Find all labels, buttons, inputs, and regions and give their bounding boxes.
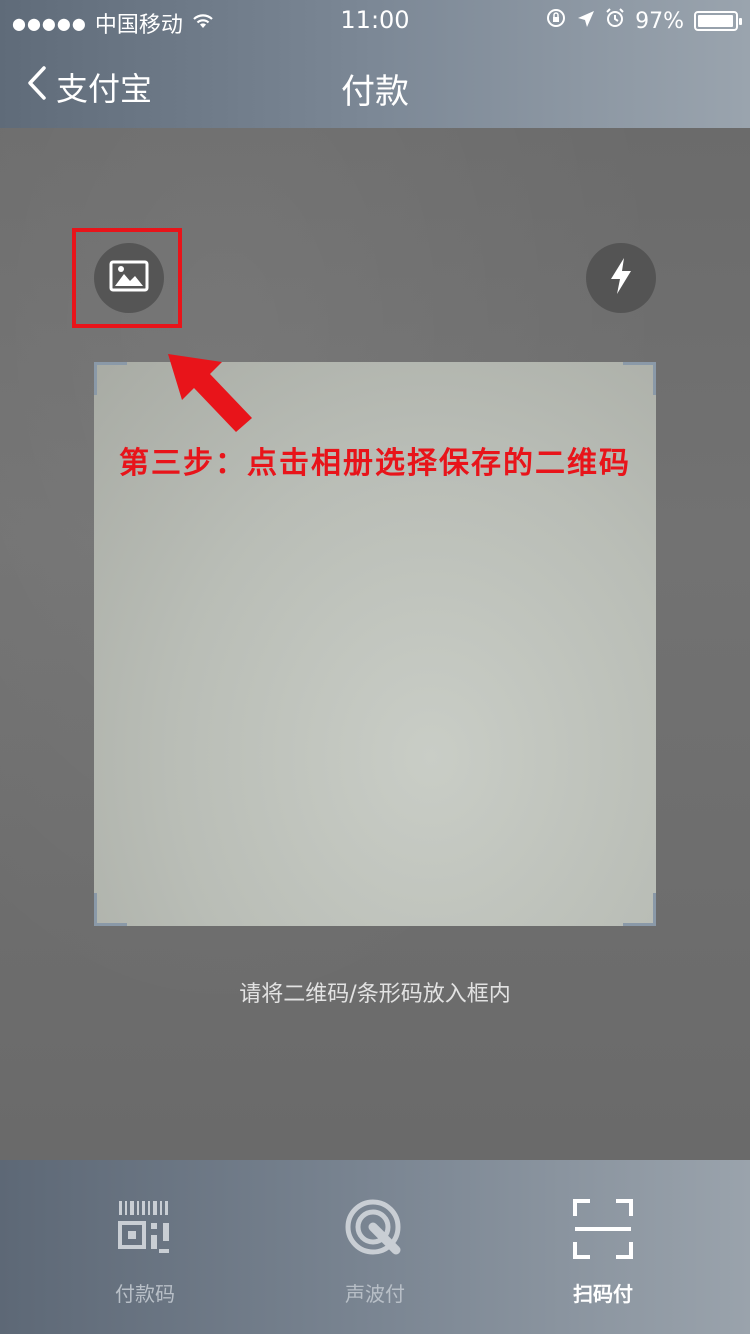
tab-sound-pay[interactable]: 声波付: [250, 1160, 500, 1334]
scan-icon: [572, 1194, 634, 1264]
tab-payment-code[interactable]: 付款码: [20, 1160, 270, 1334]
navigation-bar: 支付宝 付款: [0, 40, 750, 128]
scan-hint: 请将二维码/条形码放入框内: [239, 982, 511, 1007]
location-icon: [577, 9, 595, 34]
step-instruction: 第三步：点击相册选择保存的二维码: [119, 446, 631, 481]
top-bar: ●●●●● 中国移动 11:00 97% 支付宝 付款: [0, 0, 750, 128]
red-arrow-icon: [160, 346, 260, 440]
page-title: 付款: [341, 72, 409, 112]
alarm-icon: [605, 8, 625, 34]
frame-corner-bottom-right: [623, 893, 656, 926]
status-bar: ●●●●● 中国移动 11:00 97%: [0, 0, 750, 40]
album-highlight-box: [72, 228, 182, 328]
frame-corner-top-right: [623, 362, 656, 395]
frame-corner-bottom-left: [94, 893, 127, 926]
battery-percent: 97%: [635, 8, 684, 34]
battery-icon: [694, 11, 742, 31]
flashlight-button[interactable]: [586, 243, 656, 313]
bottom-tab-bar: 付款码 声波付 扫码付: [0, 1160, 750, 1334]
tab-scan-pay[interactable]: 扫码付: [478, 1160, 728, 1334]
sound-wave-icon: [344, 1194, 406, 1264]
flash-icon: [608, 257, 634, 299]
frame-corner-top-left: [94, 362, 127, 395]
status-right: 97%: [545, 7, 742, 35]
rotation-lock-icon: [545, 7, 567, 35]
tab-label: 声波付: [345, 1282, 405, 1306]
camera-viewfinder: 第三步：点击相册选择保存的二维码 请将二维码/条形码放入框内: [0, 128, 750, 1160]
tab-label: 扫码付: [573, 1282, 633, 1306]
battery-fill: [698, 15, 733, 27]
barcode-icon: [115, 1194, 175, 1264]
tab-label: 付款码: [115, 1282, 175, 1306]
